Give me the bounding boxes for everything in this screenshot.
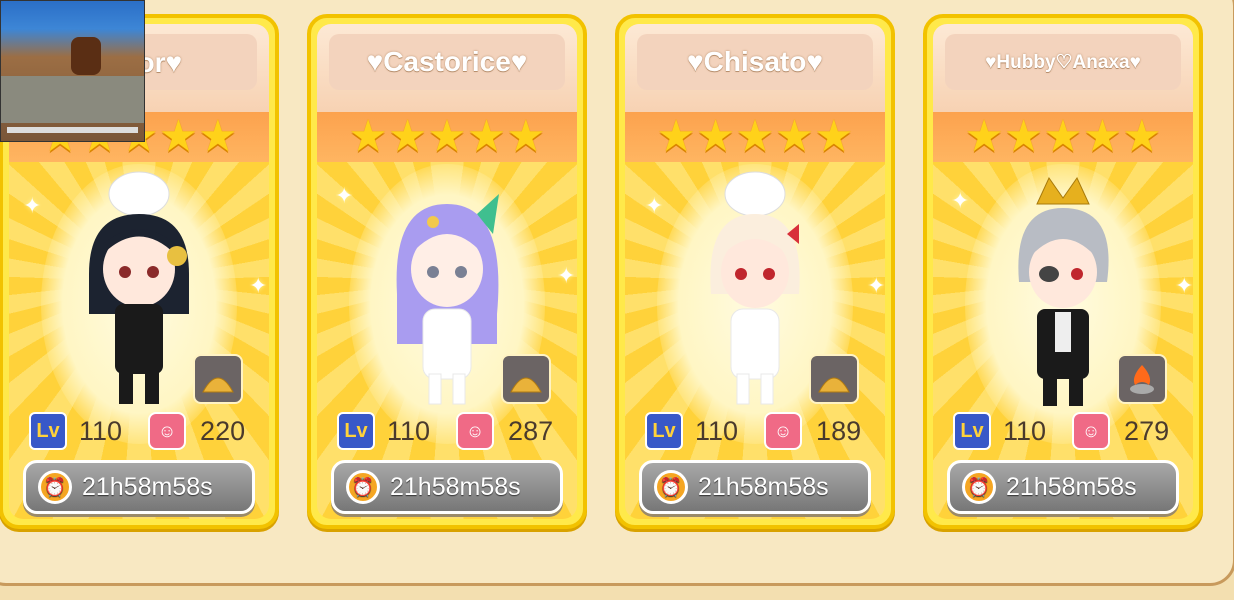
character-name: ♥Hubby♡Anaxa♥	[945, 34, 1181, 90]
timer-text: 21h58m58s	[390, 472, 521, 501]
star-rating: ★★★★★	[625, 112, 885, 162]
level-icon: Lv	[953, 412, 991, 450]
sparkle-icon: ✦	[249, 274, 268, 299]
affection-icon: ☺	[1072, 412, 1111, 450]
character-card-chisato[interactable]: ♥Chisato♥ ★★★★★ ✦ ✦ Lv 110 ☺ 189 ⏰ 21h58…	[615, 14, 895, 529]
timer-button[interactable]: ⏰ 21h58m58s	[331, 460, 563, 514]
picture-in-picture-overlay[interactable]	[0, 0, 145, 142]
level-value: 110	[695, 415, 739, 446]
card-header: ♥Castorice♥	[317, 24, 577, 112]
alarm-clock-icon: ⏰	[346, 470, 380, 504]
level-icon: Lv	[645, 412, 683, 450]
timer-button[interactable]: ⏰ 21h58m58s	[947, 460, 1179, 514]
sparkle-icon: ✦	[335, 184, 354, 209]
timer-text: 21h58m58s	[82, 472, 213, 501]
card-inner: ♥Chisato♥ ★★★★★ ✦ ✦ Lv 110 ☺ 189 ⏰ 21h58…	[625, 24, 885, 519]
star-rating: ★★★★★	[317, 112, 577, 162]
timer-text: 21h58m58s	[1006, 472, 1137, 501]
star-rating: ★★★★★	[933, 112, 1193, 162]
sparkle-icon: ✦	[1175, 274, 1193, 299]
affection-value: 279	[1124, 415, 1170, 446]
card-inner: ♥Castorice♥ ★★★★★ ✦ ✦ Lv 110 ☺ 287 ⏰ 21h…	[317, 24, 577, 519]
level-icon: Lv	[337, 412, 375, 450]
character-card-castorice[interactable]: ♥Castorice♥ ★★★★★ ✦ ✦ Lv 110 ☺ 287 ⏰ 21h…	[307, 14, 587, 529]
gold-pile-icon[interactable]	[809, 354, 859, 404]
affection-icon: ☺	[764, 412, 803, 450]
sparkle-icon: ✦	[951, 189, 970, 214]
alarm-clock-icon: ⏰	[38, 470, 72, 504]
card-stats: Lv 110 ☺ 287	[337, 409, 563, 453]
character-name: ♥Castorice♥	[329, 34, 565, 90]
affection-icon: ☺	[148, 412, 187, 450]
affection-value: 220	[200, 415, 246, 446]
pip-video-figure	[71, 37, 101, 75]
gold-pile-icon[interactable]	[501, 354, 551, 404]
timer-button[interactable]: ⏰ 21h58m58s	[23, 460, 255, 514]
character-name: ♥Chisato♥	[637, 34, 873, 90]
sparkle-icon: ✦	[645, 194, 664, 219]
level-value: 110	[79, 415, 123, 446]
fire-pot-icon[interactable]	[1117, 354, 1167, 404]
level-icon: Lv	[29, 412, 67, 450]
card-stats: Lv 110 ☺ 220	[29, 409, 255, 453]
pip-video-floor	[1, 76, 144, 123]
affection-value: 189	[816, 415, 862, 446]
pip-progress-bar[interactable]	[7, 127, 138, 133]
affection-icon: ☺	[456, 412, 495, 450]
timer-text: 21h58m58s	[698, 472, 829, 501]
sparkle-icon: ✦	[557, 264, 576, 289]
sparkle-icon: ✦	[23, 194, 42, 219]
timer-button[interactable]: ⏰ 21h58m58s	[639, 460, 871, 514]
level-value: 110	[1003, 415, 1047, 446]
sparkle-icon: ✦	[867, 274, 885, 299]
gold-pile-icon[interactable]	[193, 354, 243, 404]
card-header: ♥Chisato♥	[625, 24, 885, 112]
card-inner: ♥Hubby♡Anaxa♥ ★★★★★ ✦ ✦ Lv 110 ☺ 279 ⏰ 2…	[933, 24, 1193, 519]
level-value: 110	[387, 415, 431, 446]
card-header: ♥Hubby♡Anaxa♥	[933, 24, 1193, 112]
alarm-clock-icon: ⏰	[962, 470, 996, 504]
card-stats: Lv 110 ☺ 279	[953, 409, 1179, 453]
alarm-clock-icon: ⏰	[654, 470, 688, 504]
character-card-anaxa[interactable]: ♥Hubby♡Anaxa♥ ★★★★★ ✦ ✦ Lv 110 ☺ 279 ⏰ 2…	[923, 14, 1203, 529]
card-stats: Lv 110 ☺ 189	[645, 409, 871, 453]
character-card-list: ♡Yor♥ ★★★★★ ✦ ✦ Lv	[0, 0, 1234, 600]
affection-value: 287	[508, 415, 554, 446]
